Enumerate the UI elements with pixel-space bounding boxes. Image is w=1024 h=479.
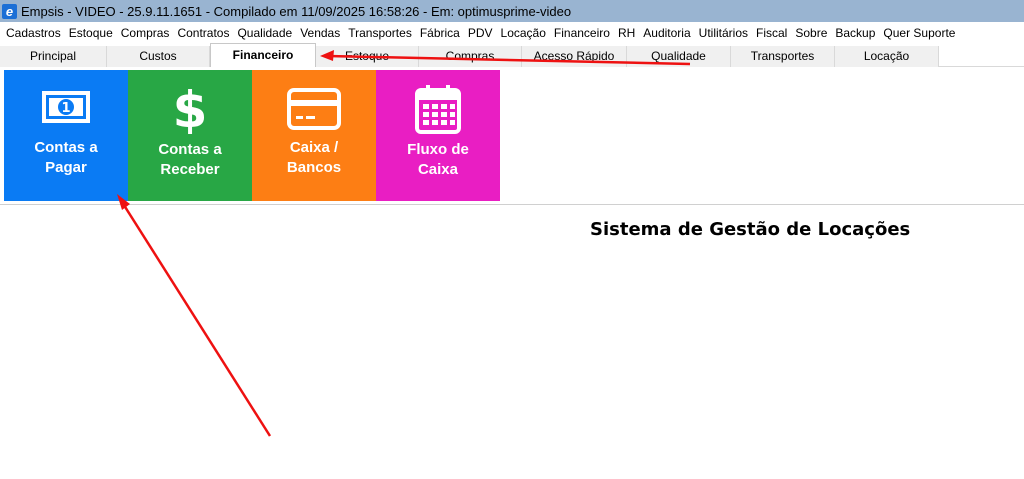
tab-estoque[interactable]: Estoque (316, 46, 419, 67)
tile-label-line1: Contas a (158, 141, 222, 158)
tab-principal[interactable]: Principal (0, 46, 107, 67)
dollar-icon: $ (173, 84, 208, 134)
menu-fiscal[interactable]: Fiscal (752, 26, 791, 40)
tile-label-line2: Pagar (45, 159, 87, 176)
app-logo-icon: e (2, 3, 17, 19)
tab-custos[interactable]: Custos (107, 46, 210, 67)
menu-compras[interactable]: Compras (117, 26, 174, 40)
contas-a-receber-button[interactable]: $ Contas a Receber (128, 70, 252, 201)
menu-pdv[interactable]: PDV (464, 26, 497, 40)
menu-transportes[interactable]: Transportes (344, 26, 416, 40)
tab-financeiro[interactable]: Financeiro (210, 43, 316, 68)
menu-rh[interactable]: RH (614, 26, 639, 40)
menu-estoque[interactable]: Estoque (65, 26, 117, 40)
caixa-bancos-button[interactable]: Caixa / Bancos (252, 70, 376, 201)
fluxo-de-caixa-button[interactable]: Fluxo de Caixa (376, 70, 500, 201)
menu-vendas[interactable]: Vendas (296, 26, 344, 40)
banknote-icon: 1 (42, 91, 90, 123)
menu-auditoria[interactable]: Auditoria (639, 26, 694, 40)
system-title: Sistema de Gestão de Locações (590, 219, 911, 240)
menu-cadastros[interactable]: Cadastros (0, 26, 65, 40)
tile-label-line2: Receber (160, 161, 220, 178)
tile-label-line2: Caixa (417, 161, 458, 178)
tab-compras[interactable]: Compras (419, 46, 522, 67)
menu-quer-suporte[interactable]: Quer Suporte (879, 26, 959, 40)
tile-label-line2: Bancos (286, 159, 342, 176)
menu-contratos[interactable]: Contratos (173, 26, 233, 40)
contas-a-pagar-button[interactable]: 1 Contas a Pagar (4, 70, 128, 201)
menu-sobre[interactable]: Sobre (791, 26, 831, 40)
calendar-icon (415, 85, 461, 134)
ribbon-tab-bar: Principal Custos Financeiro Estoque Comp… (0, 43, 1024, 68)
tile-label-line1: Fluxo de (407, 141, 469, 158)
menu-qualidade[interactable]: Qualidade (233, 26, 296, 40)
tab-acesso-rapido[interactable]: Acesso Rápido (522, 46, 627, 67)
tile-label-line1: Contas a (34, 139, 98, 156)
tile-label-line1: Caixa / (289, 139, 339, 156)
svg-text:$: $ (173, 84, 208, 134)
menu-bar: Cadastros Estoque Compras Contratos Qual… (0, 22, 1024, 43)
window-title: Empsis - VIDEO - 25.9.11.1651 - Compilad… (21, 3, 572, 19)
tab-locacao[interactable]: Locação (835, 46, 939, 67)
menu-locacao[interactable]: Locação (497, 26, 550, 40)
menu-backup[interactable]: Backup (831, 26, 879, 40)
tab-qualidade[interactable]: Qualidade (627, 46, 731, 67)
svg-text:1: 1 (61, 101, 70, 116)
credit-card-icon (287, 88, 341, 130)
menu-utilitarios[interactable]: Utilitários (695, 26, 752, 40)
title-bar: e Empsis - VIDEO - 25.9.11.1651 - Compil… (0, 0, 1024, 22)
tab-transportes[interactable]: Transportes (731, 46, 835, 67)
ribbon-panel: 1 Contas a Pagar $ Contas a Receber Caix… (0, 67, 1024, 205)
menu-fabrica[interactable]: Fábrica (416, 26, 464, 40)
annotation-arrow-to-tile (120, 201, 272, 437)
menu-financeiro[interactable]: Financeiro (550, 26, 614, 40)
